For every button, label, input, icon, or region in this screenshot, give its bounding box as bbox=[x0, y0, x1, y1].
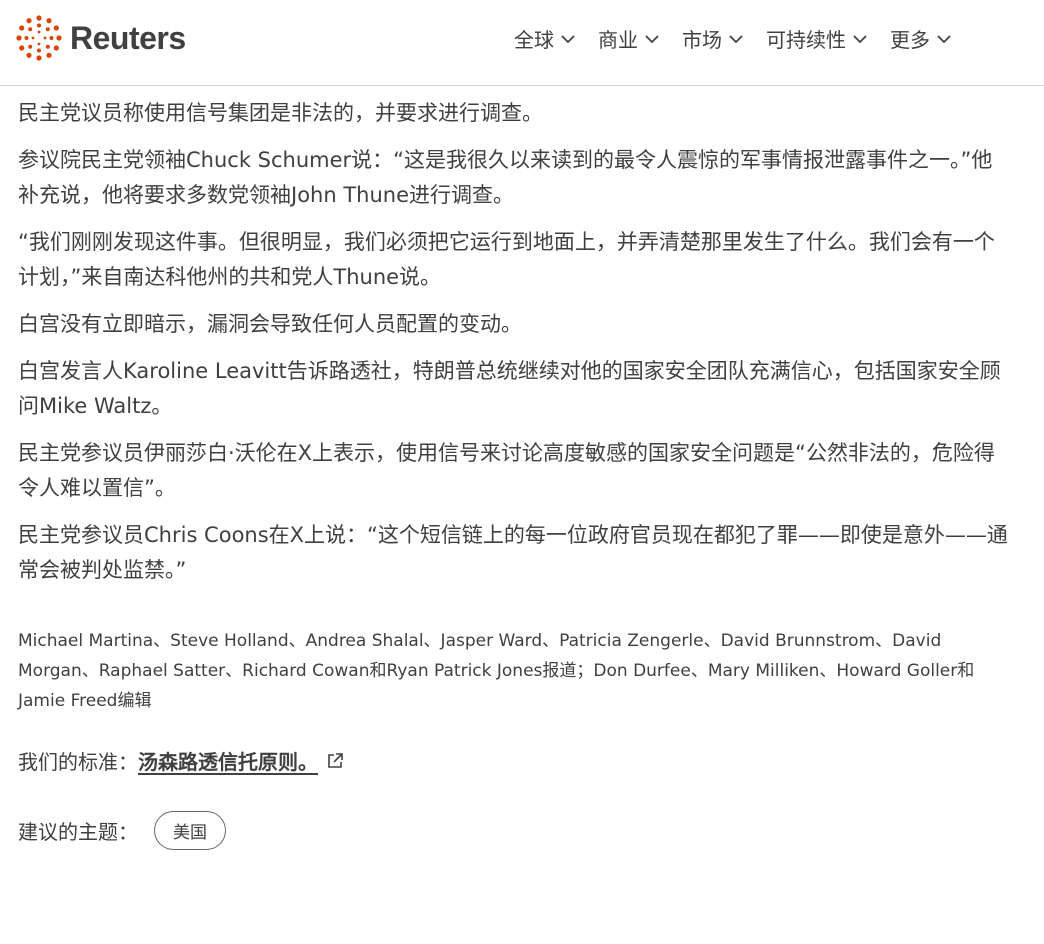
standards-label: 我们的标准： bbox=[18, 750, 138, 774]
article-paragraph: 民主党议员称使用信号集团是非法的，并要求进行调查。 bbox=[18, 101, 543, 125]
logo-wordmark: Reuters bbox=[70, 19, 186, 56]
nav-item-global[interactable]: 全球 bbox=[514, 24, 576, 53]
suggested-topics: 建议的主题： 美国 bbox=[18, 811, 1008, 850]
article-body: 民主党议员称使用信号集团是非法的，并要求进行调查。 参议院民主党领袖Chuck … bbox=[18, 96, 1008, 850]
nav-item-label: 商业 bbox=[598, 28, 638, 52]
trust-principles-link[interactable]: 汤森路透信托原则。 bbox=[138, 746, 318, 775]
external-link-icon[interactable] bbox=[326, 752, 344, 770]
article-paragraph: 民主党参议员Chris Coons在X上说：“这个短信链上的每一位政府官员现在都… bbox=[18, 523, 1008, 582]
chevron-down-icon bbox=[561, 34, 575, 43]
site-header: Reuters 全球 商业 市场 可持续性 更多 bbox=[0, 0, 1044, 86]
topics-label: 建议的主题： bbox=[18, 820, 138, 844]
nav-item-sustainability[interactable]: 可持续性 bbox=[766, 24, 868, 53]
standards-row: 我们的标准： 汤森路透信托原则。 bbox=[18, 746, 1008, 775]
nav-item-label: 市场 bbox=[682, 28, 722, 52]
article-paragraph: 白宫没有立即暗示，漏洞会导致任何人员配置的变动。 bbox=[18, 312, 522, 336]
article-paragraph: “我们刚刚发现这件事。但很明显，我们必须把它运行到地面上，并弄清楚那里发生了什么… bbox=[18, 230, 995, 289]
chevron-down-icon bbox=[729, 34, 743, 43]
topic-tag-us[interactable]: 美国 bbox=[154, 811, 226, 850]
reuters-logo[interactable]: Reuters bbox=[16, 14, 186, 62]
article-credits: Michael Martina、Steve Holland、Andrea Sha… bbox=[18, 631, 975, 711]
nav-item-label: 全球 bbox=[514, 28, 554, 52]
nav-item-more[interactable]: 更多 bbox=[890, 24, 952, 53]
nav-item-label: 可持续性 bbox=[766, 28, 846, 52]
chevron-down-icon bbox=[645, 34, 659, 43]
article-paragraph: 白宫发言人Karoline Leavitt告诉路透社，特朗普总统继续对他的国家安… bbox=[18, 359, 1001, 418]
main-nav: 全球 商业 市场 可持续性 更多 bbox=[514, 24, 952, 53]
nav-item-markets[interactable]: 市场 bbox=[682, 24, 744, 53]
article-paragraph: 参议院民主党领袖Chuck Schumer说：“这是我很久以来读到的最令人震惊的… bbox=[18, 148, 993, 207]
chevron-down-icon bbox=[853, 34, 867, 43]
article-paragraph: 民主党参议员伊丽莎白·沃伦在X上表示，使用信号来讨论高度敏感的国家安全问题是“公… bbox=[18, 441, 995, 500]
chevron-down-icon bbox=[937, 34, 951, 43]
nav-item-label: 更多 bbox=[890, 28, 930, 52]
reuters-dots-icon bbox=[16, 15, 62, 61]
nav-item-business[interactable]: 商业 bbox=[598, 24, 660, 53]
